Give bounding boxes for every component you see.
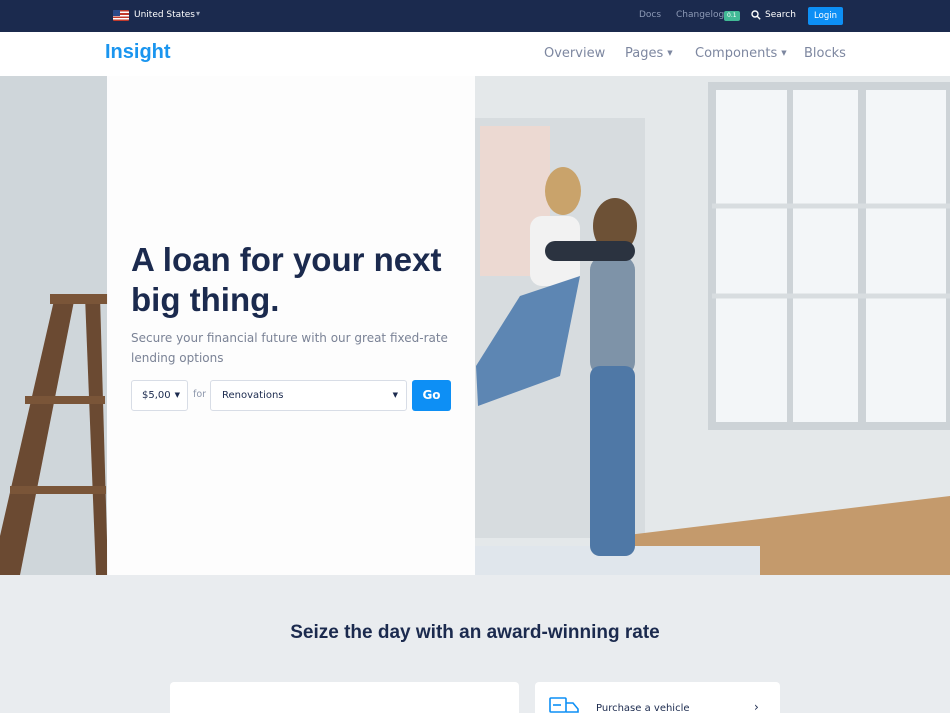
truck-icon <box>549 697 579 713</box>
hero-title: A loan for your next big thing. <box>131 241 442 318</box>
nav-item-label: Components <box>695 46 778 61</box>
for-label: for <box>193 389 207 400</box>
changelog-link[interactable]: Changelog <box>676 10 724 20</box>
loan-amount-value: $5,00 <box>142 390 171 401</box>
brand-logo[interactable]: Insight <box>105 41 171 64</box>
search-icon <box>751 10 761 20</box>
main-navbar: Insight Overview Pages ▼ Components ▼ Bloc… <box>0 32 950 76</box>
purchase-vehicle-card[interactable]: Purchase a vehicle › <box>535 682 780 713</box>
nav-item-label: Blocks <box>804 46 846 61</box>
caret-down-icon: ▼ <box>667 49 673 57</box>
loan-purpose-value: Renovations <box>222 390 284 401</box>
hero-overlay-panel <box>107 76 475 575</box>
changelog-version-badge: 0.1 <box>724 11 740 21</box>
country-selector[interactable]: United States <box>134 10 195 20</box>
rate-card <box>170 682 519 713</box>
caret-down-icon: ▼ <box>174 391 180 399</box>
section-title: Seize the day with an award-winning rate <box>290 622 660 643</box>
search-label: Search <box>765 10 796 20</box>
docs-link[interactable]: Docs <box>639 10 661 20</box>
nav-item-overview[interactable]: Overview <box>544 46 605 61</box>
nav-item-pages[interactable]: Pages ▼ <box>625 46 673 61</box>
nav-item-label: Overview <box>544 46 606 61</box>
caret-down-icon[interactable]: ▾ <box>196 9 200 18</box>
login-button[interactable]: Login <box>808 7 843 25</box>
nav-item-label: Pages <box>625 46 664 61</box>
chevron-right-icon: › <box>754 700 759 713</box>
loan-purpose-select[interactable]: Renovations ▼ <box>210 380 407 411</box>
go-button[interactable]: Go <box>412 380 451 411</box>
purchase-vehicle-label: Purchase a vehicle <box>596 703 690 713</box>
us-flag-icon[interactable] <box>113 10 129 21</box>
loan-amount-select[interactable]: $5,00 ▼ <box>131 380 188 411</box>
nav-item-blocks[interactable]: Blocks <box>804 46 846 61</box>
hero-subtitle: Secure your financial future with our gr… <box>131 331 448 365</box>
nav-item-components[interactable]: Components ▼ <box>695 46 787 61</box>
caret-down-icon: ▼ <box>781 49 787 57</box>
top-bar: United States ▾ Docs Changelog 0.1 Searc… <box>0 0 950 32</box>
caret-down-icon: ▼ <box>392 391 398 399</box>
hero-section: A loan for your next big thing. Secure y… <box>0 76 950 575</box>
